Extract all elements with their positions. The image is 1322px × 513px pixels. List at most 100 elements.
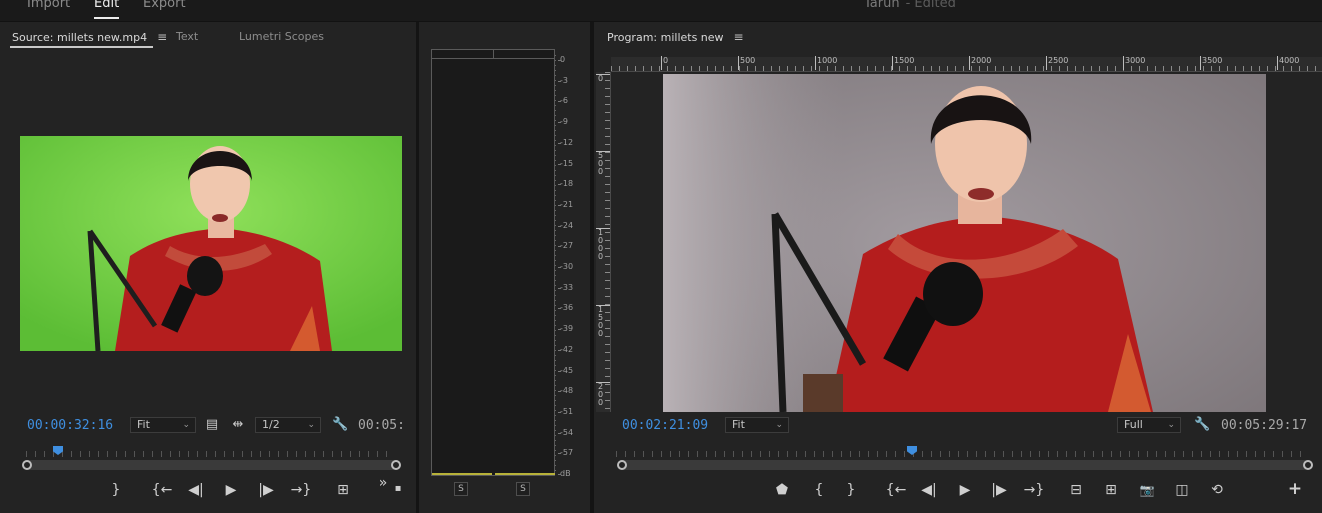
source-video-frame[interactable] bbox=[20, 136, 402, 351]
source-resolution-dropdown[interactable]: 1/2 ⌄ bbox=[255, 417, 321, 433]
tab-lumetri-scopes[interactable]: Lumetri Scopes bbox=[239, 30, 324, 43]
tab-source[interactable]: Source: millets new.mp4 ≡ bbox=[12, 30, 167, 44]
ruler-label: 500 bbox=[737, 56, 756, 70]
go-to-out-button[interactable]: →} bbox=[289, 483, 313, 497]
project-title: Tarun - Edited bbox=[864, 0, 956, 11]
ruler-label: 200 bbox=[596, 382, 610, 407]
insert-button[interactable]: ⊞ bbox=[333, 483, 353, 497]
ruler-label: 500 bbox=[596, 151, 610, 176]
program-playhead-timecode[interactable]: 00:02:21:09 bbox=[622, 418, 708, 433]
source-playhead-timecode[interactable]: 00:00:32:16 bbox=[27, 418, 113, 433]
db-scale-label: -54 bbox=[557, 427, 574, 437]
tab-edit[interactable]: Edit bbox=[94, 0, 120, 19]
active-tab-indicator bbox=[10, 46, 153, 48]
program-zoom-scrollbar[interactable] bbox=[618, 460, 1310, 470]
mark-out-button[interactable]: } bbox=[108, 483, 124, 497]
step-forward-button[interactable]: |▶ bbox=[989, 483, 1009, 497]
source-zoom-dropdown[interactable]: Fit ⌄ bbox=[130, 417, 196, 433]
safe-margins-icon[interactable]: ▤ bbox=[205, 418, 219, 432]
horizontal-ruler: 0 500 1000 1500 2000 2500 3000 3500 4000 bbox=[611, 56, 1322, 72]
db-scale-label: -45 bbox=[557, 365, 574, 375]
db-scale-label: -18 bbox=[557, 179, 574, 189]
tab-import[interactable]: Import bbox=[27, 0, 70, 11]
db-scale-label: -30 bbox=[557, 262, 574, 271]
workspace-bar: Import Edit Export Tarun - Edited bbox=[0, 0, 1322, 22]
program-scroll-handle-right[interactable] bbox=[1303, 460, 1313, 470]
chevron-down-icon: ⌄ bbox=[775, 420, 783, 430]
ruler-label: 1000 bbox=[596, 228, 610, 261]
audio-meter bbox=[431, 49, 555, 476]
mark-in-button[interactable]: { bbox=[811, 483, 827, 497]
program-monitor-panel: Program: millets new ≡ 0 500 1000 1500 2000 25… bbox=[594, 22, 1322, 513]
tab-source-label: Source: millets new.mp4 bbox=[12, 31, 148, 44]
program-zoom-value: Fit bbox=[732, 418, 745, 431]
db-scale-label: 0 bbox=[557, 55, 566, 64]
db-scale-label: -27 bbox=[557, 241, 574, 251]
db-ruler bbox=[555, 55, 556, 471]
tab-export[interactable]: Export bbox=[143, 0, 186, 11]
camera-icon[interactable]: 📷 bbox=[1138, 483, 1156, 497]
source-frame-image bbox=[20, 136, 402, 351]
db-scale-label: -51 bbox=[557, 406, 574, 416]
expand-dot-icon[interactable]: ▪ bbox=[394, 482, 402, 496]
panel-menu-icon[interactable]: ≡ bbox=[157, 30, 167, 44]
source-scroll-handle-left[interactable] bbox=[22, 460, 32, 470]
lift-button[interactable]: ⊟ bbox=[1066, 483, 1086, 497]
program-zoom-dropdown[interactable]: Fit ⌄ bbox=[725, 417, 789, 433]
ruler-label: 2500 bbox=[1045, 56, 1069, 70]
step-back-button[interactable]: ◀| bbox=[186, 483, 206, 497]
wrench-icon[interactable]: 🔧 bbox=[1194, 418, 1210, 432]
program-duration: 00:05:29:17 bbox=[1221, 418, 1308, 433]
ruler-label: 0 bbox=[596, 74, 610, 83]
ruler-label: 3500 bbox=[1199, 56, 1223, 70]
ruler-label: 2000 bbox=[968, 56, 992, 70]
audio-meter-panel: 0 -3 -6 -9 -12 -15 -18 -21 -24 -27 -30 -33 -36 -39 -42… bbox=[419, 22, 590, 513]
source-zoom-scrollbar[interactable] bbox=[24, 460, 398, 470]
mark-out-button[interactable]: } bbox=[843, 483, 859, 497]
panel-menu-icon[interactable]: ≡ bbox=[734, 30, 744, 44]
chevron-down-icon: ⌄ bbox=[1167, 420, 1175, 430]
db-scale-label: -12 bbox=[557, 137, 574, 147]
step-back-button[interactable]: ◀| bbox=[919, 483, 939, 497]
meter-level-left bbox=[432, 473, 492, 475]
db-scale-label: -24 bbox=[557, 220, 574, 230]
db-scale-label: -42 bbox=[557, 344, 574, 354]
project-status: - Edited bbox=[905, 0, 956, 11]
add-marker-button[interactable]: ⬟ bbox=[774, 483, 790, 497]
program-time-ruler[interactable] bbox=[616, 451, 1306, 457]
program-scroll-handle-left[interactable] bbox=[617, 460, 627, 470]
step-forward-button[interactable]: |▶ bbox=[256, 483, 276, 497]
source-time-ruler[interactable] bbox=[26, 451, 394, 457]
db-scale-label: -9 bbox=[558, 117, 568, 127]
source-duration: 00:05:2 bbox=[358, 418, 402, 433]
toggle-multicam-button[interactable]: ⟲ bbox=[1207, 483, 1227, 497]
tab-program[interactable]: Program: millets new ≡ bbox=[607, 30, 744, 44]
db-scale-label: -15 bbox=[557, 158, 574, 168]
program-resolution-dropdown[interactable]: Full ⌄ bbox=[1117, 417, 1181, 433]
drag-video-audio-icon[interactable]: ⇹ bbox=[230, 418, 246, 432]
extract-button[interactable]: ⊞ bbox=[1101, 483, 1121, 497]
vertical-ruler: 0 500 1000 1500 200 bbox=[596, 72, 611, 412]
solo-left-button[interactable]: S bbox=[454, 482, 468, 496]
comparison-view-button[interactable]: ◫ bbox=[1172, 483, 1192, 497]
more-controls-button[interactable]: » bbox=[375, 476, 391, 490]
db-scale-label: -3 bbox=[558, 75, 568, 85]
db-scale-label: -33 bbox=[557, 282, 574, 292]
meter-level-right bbox=[495, 473, 555, 475]
ruler-label: 3000 bbox=[1122, 56, 1146, 70]
go-to-out-button[interactable]: →} bbox=[1022, 483, 1046, 497]
play-button[interactable]: ▶ bbox=[222, 483, 240, 497]
tab-text[interactable]: Text bbox=[176, 30, 198, 43]
go-to-in-button[interactable]: {← bbox=[150, 483, 174, 497]
go-to-in-button[interactable]: {← bbox=[884, 483, 908, 497]
chevron-down-icon: ⌄ bbox=[182, 420, 190, 430]
solo-right-button[interactable]: S bbox=[516, 482, 530, 496]
program-video-frame[interactable] bbox=[663, 74, 1266, 412]
db-scale-label: -48 bbox=[557, 386, 574, 396]
wrench-icon[interactable]: 🔧 bbox=[332, 418, 348, 432]
source-resolution-value: 1/2 bbox=[262, 418, 280, 431]
program-resolution-value: Full bbox=[1124, 418, 1143, 431]
play-button[interactable]: ▶ bbox=[956, 483, 974, 497]
source-scroll-handle-right[interactable] bbox=[391, 460, 401, 470]
add-button[interactable]: + bbox=[1287, 481, 1303, 498]
